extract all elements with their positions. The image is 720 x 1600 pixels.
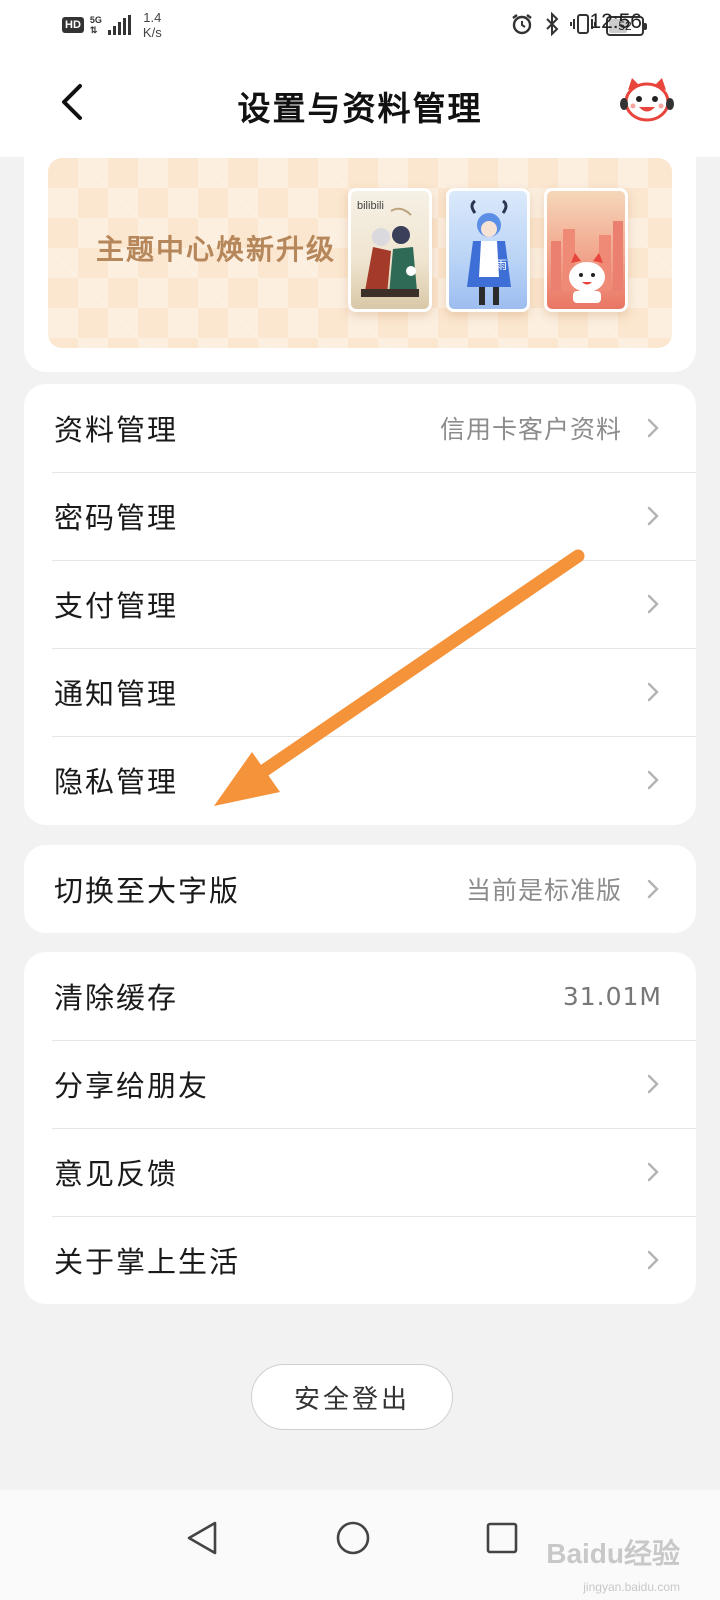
mascot-icon — [620, 78, 674, 122]
management-card: 资料管理 信用卡客户资料 密码管理 支付管理 通知管理 隐私管理 — [24, 384, 696, 825]
status-left: HD 5G ⇅ 1.4 K/s — [62, 8, 162, 42]
nav-back-button[interactable] — [172, 1508, 232, 1568]
row-label: 意见反馈 — [54, 1157, 179, 1191]
row-value: 信用卡客户资料 — [439, 415, 622, 444]
nav-home-button[interactable] — [323, 1508, 383, 1568]
row-feedback[interactable]: 意见反馈 — [24, 1128, 696, 1216]
chevron-right-icon — [644, 1072, 662, 1096]
circle-home-icon — [336, 1521, 370, 1555]
triangle-back-icon — [187, 1521, 217, 1555]
row-label: 切换至大字版 — [54, 874, 241, 908]
chevron-right-icon — [644, 416, 662, 440]
row-label: 清除缓存 — [54, 981, 179, 1015]
square-recent-icon — [486, 1522, 518, 1554]
row-privacy-management[interactable]: 隐私管理 — [24, 736, 696, 824]
network-speed: 1.4 K/s — [142, 10, 162, 40]
mascot-button[interactable] — [620, 76, 674, 126]
row-about[interactable]: 关于掌上生活 — [24, 1216, 696, 1304]
theme-artwork-2: 甘雨 — [467, 199, 511, 305]
theme-artwork-1: bilibili — [357, 200, 419, 297]
page-title: 设置与资料管理 — [237, 89, 483, 128]
chevron-right-icon — [644, 680, 662, 704]
clock: 12:56 — [589, 10, 642, 33]
bluetooth-icon — [544, 11, 560, 40]
cache-size: 31.01M — [562, 981, 662, 1011]
logout-button[interactable]: 安全登出 — [251, 1364, 453, 1430]
theme-artwork-3 — [551, 221, 623, 303]
row-label: 支付管理 — [54, 589, 179, 623]
row-payment-management[interactable]: 支付管理 — [24, 560, 696, 648]
row-label: 密码管理 — [54, 501, 179, 535]
signal-icon — [107, 15, 131, 35]
chevron-right-icon — [644, 1248, 662, 1272]
network-type: 5G ⇅ — [89, 15, 102, 35]
row-label: 关于掌上生活 — [54, 1245, 241, 1279]
svg-text:bilibili: bilibili — [357, 200, 384, 212]
row-clear-cache[interactable]: 清除缓存 31.01M — [24, 952, 696, 1040]
system-nav-bar: Baidu经验 jingyan.baidu.com — [0, 1490, 720, 1600]
theme-thumbnail-mascot[interactable] — [544, 188, 628, 312]
chevron-right-icon — [644, 877, 662, 901]
baidu-watermark-url: jingyan.baidu.com — [583, 1580, 680, 1594]
chevron-right-icon — [644, 592, 662, 616]
alarm-icon — [510, 12, 534, 40]
baidu-watermark: Baidu经验 — [546, 1538, 680, 1569]
status-bar: HD 5G ⇅ 1.4 K/s 52 12:56 — [0, 0, 720, 52]
row-notification-management[interactable]: 通知管理 — [24, 648, 696, 736]
row-label: 资料管理 — [54, 413, 179, 447]
row-label: 隐私管理 — [54, 765, 179, 799]
row-label: 通知管理 — [54, 677, 179, 711]
svg-text:甘雨: 甘雨 — [483, 258, 507, 272]
row-profile-management[interactable]: 资料管理 信用卡客户资料 — [24, 384, 696, 472]
font-mode-card: 切换至大字版 当前是标准版 — [24, 845, 696, 933]
row-switch-large-font[interactable]: 切换至大字版 当前是标准版 — [24, 845, 696, 933]
row-password-management[interactable]: 密码管理 — [24, 472, 696, 560]
banner-text: 主题中心焕新升级 — [96, 233, 337, 266]
theme-thumbnail-ganyu[interactable]: 甘雨 — [446, 188, 530, 312]
chevron-right-icon — [644, 1160, 662, 1184]
chevron-right-icon — [644, 768, 662, 792]
row-value: 当前是标准版 — [465, 876, 622, 905]
misc-card: 清除缓存 31.01M 分享给朋友 意见反馈 关于掌上生活 — [24, 952, 696, 1304]
nav-recent-button[interactable] — [472, 1508, 532, 1568]
row-share-friends[interactable]: 分享给朋友 — [24, 1040, 696, 1128]
theme-banner-card: 主题中心焕新升级 bilibili 甘雨 — [24, 140, 696, 372]
row-label: 分享给朋友 — [54, 1069, 210, 1103]
chevron-right-icon — [644, 504, 662, 528]
theme-center-banner[interactable]: 主题中心焕新升级 bilibili 甘雨 — [48, 158, 672, 348]
hd-badge: HD — [62, 17, 84, 33]
theme-thumbnail-bilibili[interactable]: bilibili — [348, 188, 432, 312]
data-arrows-icon: ⇅ — [89, 25, 98, 35]
